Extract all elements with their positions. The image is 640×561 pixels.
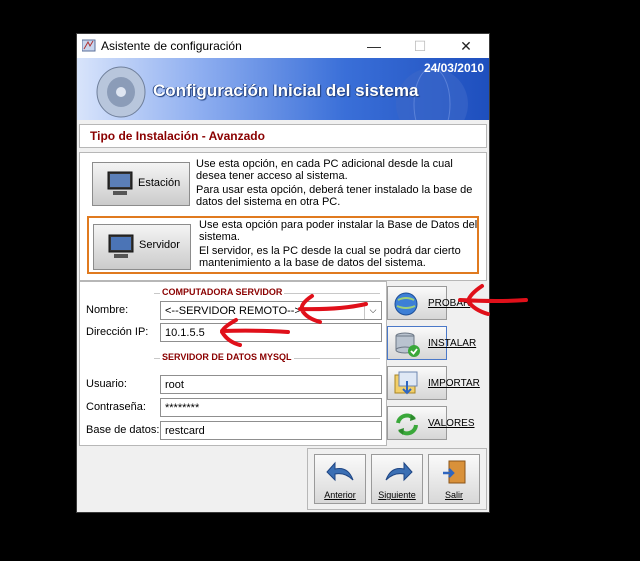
annotation-arrow-ip: [219, 318, 290, 347]
annotation-overlay: [219, 284, 528, 347]
annotation-arrow-test: [458, 284, 528, 316]
annotation-arrow-name: [298, 294, 368, 324]
